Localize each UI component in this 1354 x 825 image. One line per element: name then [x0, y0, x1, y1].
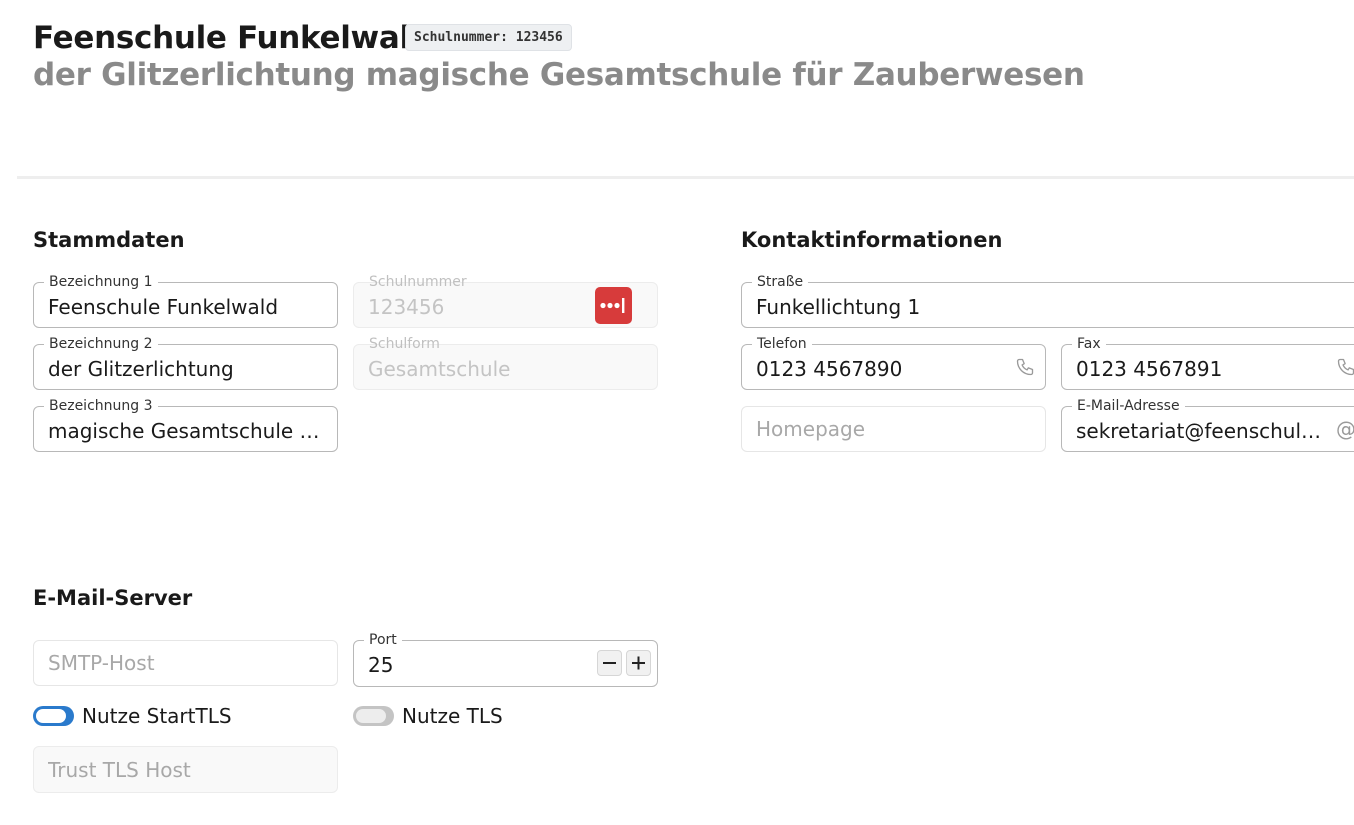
- homepage-field[interactable]: [741, 406, 1046, 452]
- port-decrement-button[interactable]: [597, 650, 622, 676]
- strasse-value[interactable]: Funkellichtung 1: [756, 295, 1340, 319]
- strasse-label: Straße: [752, 273, 809, 291]
- email-label: E-Mail-Adresse: [1072, 397, 1185, 415]
- bezeichnung1-label: Bezeichnung 1: [44, 273, 158, 291]
- fax-value[interactable]: 0123 4567891: [1076, 357, 1340, 381]
- fax-label: Fax: [1072, 335, 1106, 353]
- trust-tls-host-input[interactable]: [34, 747, 337, 792]
- bezeichnung3-value[interactable]: magische Gesamtschule für...: [48, 419, 323, 443]
- schulnummer-badge: Schulnummer: 123456: [405, 24, 572, 51]
- port-increment-button[interactable]: [626, 650, 651, 676]
- schulnummer-value: 123456: [368, 295, 445, 319]
- schulnummer-label: Schulnummer: [369, 274, 467, 290]
- phone-icon: [1015, 357, 1035, 377]
- page-subtitle: der Glitzerlichtung magische Gesamtschul…: [33, 57, 1085, 93]
- starttls-toggle[interactable]: [33, 706, 74, 726]
- fax-phone-icon: [1336, 357, 1354, 377]
- homepage-input[interactable]: [742, 407, 1045, 451]
- schulform-label: Schulform: [369, 336, 440, 352]
- password-manager-icon[interactable]: [595, 287, 632, 324]
- starttls-toggle-knob: [36, 709, 66, 723]
- strasse-field[interactable]: Straße Funkellichtung 1: [741, 273, 1354, 328]
- starttls-label[interactable]: Nutze StartTLS: [82, 704, 232, 728]
- trust-tls-host-field[interactable]: [33, 746, 338, 793]
- stammdaten-title: Stammdaten: [33, 228, 185, 252]
- bezeichnung2-value[interactable]: der Glitzerlichtung: [48, 357, 297, 381]
- bezeichnung3-label: Bezeichnung 3: [44, 397, 158, 415]
- tls-label[interactable]: Nutze TLS: [402, 704, 503, 728]
- at-icon: @: [1336, 417, 1354, 441]
- telefon-value[interactable]: 0123 4567890: [756, 357, 1005, 381]
- email-field[interactable]: E-Mail-Adresse sekretariat@feenschule-..…: [1061, 397, 1354, 452]
- tls-toggle-knob: [356, 709, 386, 723]
- bezeichnung1-value[interactable]: Feenschule Funkelwald: [48, 295, 297, 319]
- schulform-value: Gesamtschule: [368, 357, 511, 381]
- smtp-host-field[interactable]: [33, 640, 338, 686]
- header-divider: [17, 176, 1354, 179]
- fax-field[interactable]: Fax 0123 4567891: [1061, 335, 1354, 390]
- bezeichnung2-label: Bezeichnung 2: [44, 335, 158, 353]
- tls-toggle[interactable]: [353, 706, 394, 726]
- bezeichnung1-field[interactable]: Bezeichnung 1 Feenschule Funkelwald: [33, 273, 338, 328]
- smtp-host-input[interactable]: [34, 641, 337, 685]
- port-label: Port: [364, 631, 402, 649]
- page-title: Feenschule Funkelwald: [33, 20, 432, 56]
- bezeichnung3-field[interactable]: Bezeichnung 3 magische Gesamtschule für.…: [33, 397, 338, 452]
- schulform-field: Schulform Gesamtschule: [353, 336, 658, 390]
- telefon-field[interactable]: Telefon 0123 4567890: [741, 335, 1046, 390]
- bezeichnung2-field[interactable]: Bezeichnung 2 der Glitzerlichtung: [33, 335, 338, 390]
- telefon-label: Telefon: [752, 335, 812, 353]
- email-value[interactable]: sekretariat@feenschule-...: [1076, 419, 1326, 443]
- mailserver-title: E-Mail-Server: [33, 586, 193, 610]
- kontakt-title: Kontaktinformationen: [741, 228, 1003, 252]
- port-value[interactable]: 25: [368, 653, 587, 677]
